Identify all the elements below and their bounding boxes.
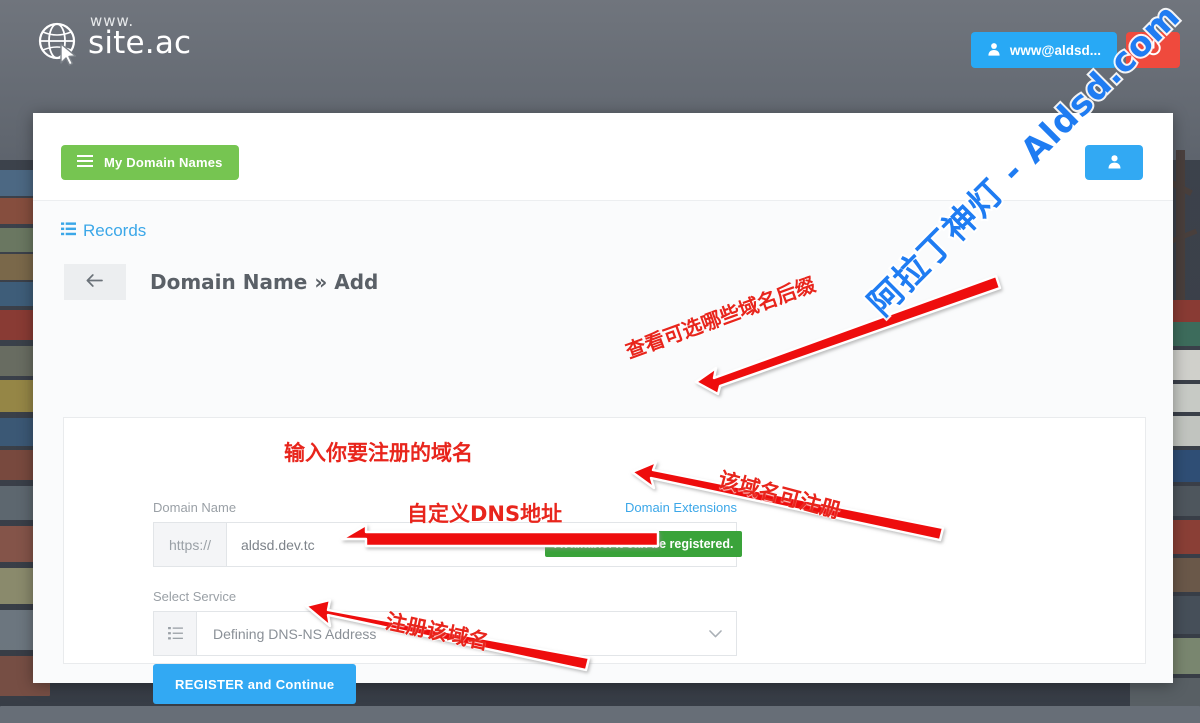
chevron-down-icon: [709, 627, 736, 641]
top-header: www. site.ac www@aldsd...: [0, 0, 1200, 98]
list-icon: [61, 221, 76, 241]
add-domain-form-card: Domain Name Domain Extensions https:// A…: [63, 417, 1146, 704]
list-icon: [154, 612, 197, 655]
domain-name-label: Domain Name: [153, 500, 237, 515]
select-service-value: Defining DNS-NS Address: [213, 625, 377, 642]
globe-cursor-icon: [36, 20, 82, 66]
logo-text: www. site.ac: [88, 13, 192, 61]
domain-name-field-group: Domain Name Domain Extensions https:// A…: [153, 500, 743, 567]
user-icon: [987, 42, 1001, 59]
site-logo[interactable]: www. site.ac: [36, 13, 192, 66]
back-button[interactable]: [64, 264, 126, 300]
domain-extensions-link[interactable]: Domain Extensions: [625, 500, 737, 515]
breadcrumb: Domain Name » Add: [64, 264, 378, 300]
panel-account-button[interactable]: [1085, 145, 1143, 180]
user-icon: [1107, 154, 1122, 172]
domain-protocol-prefix: https://: [154, 523, 227, 566]
account-label: www@aldsd...: [1009, 42, 1101, 58]
arrow-left-icon: [86, 272, 104, 292]
select-service-label: Select Service: [153, 589, 237, 604]
page-title: Domain Name » Add: [150, 270, 379, 294]
logo-site-name: site.ac: [88, 24, 192, 61]
records-link[interactable]: Records: [61, 221, 146, 241]
availability-badge: Available. It can be registered.: [545, 531, 743, 557]
records-label: Records: [83, 221, 147, 240]
my-domain-names-label: My Domain Names: [104, 155, 223, 170]
register-button[interactable]: REGISTER and Continue: [153, 664, 357, 704]
hamburger-icon: [77, 155, 93, 170]
my-domain-names-button[interactable]: My Domain Names: [61, 145, 239, 180]
panel-body: Records Domain Name » Add Domain Name Do…: [33, 201, 1173, 704]
select-service-dropdown[interactable]: Defining DNS-NS Address: [153, 611, 737, 656]
logo-www-label: www.: [90, 11, 135, 30]
select-service-field-group: Select Service Defining DNS-NS Address: [153, 589, 737, 656]
